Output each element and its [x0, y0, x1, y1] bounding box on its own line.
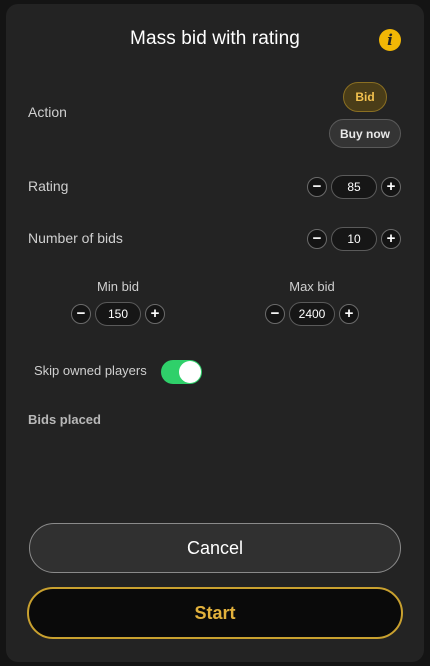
- action-label: Action: [28, 104, 67, 120]
- bids-increment-button[interactable]: +: [381, 229, 401, 249]
- min-bid-value[interactable]: 150: [95, 302, 141, 326]
- number-of-bids-value[interactable]: 10: [331, 227, 377, 251]
- rating-stepper: − 85 +: [307, 175, 401, 199]
- toggle-knob: [179, 361, 201, 383]
- rating-decrement-button[interactable]: −: [307, 177, 327, 197]
- info-icon[interactable]: i: [379, 29, 401, 51]
- min-bid-increment-button[interactable]: +: [145, 304, 165, 324]
- rating-increment-button[interactable]: +: [381, 177, 401, 197]
- skip-owned-toggle[interactable]: [161, 360, 202, 384]
- start-button[interactable]: Start: [27, 587, 403, 639]
- bids-decrement-button[interactable]: −: [307, 229, 327, 249]
- bids-placed-heading: Bids placed: [28, 412, 101, 427]
- rating-label: Rating: [28, 178, 69, 194]
- max-bid-increment-button[interactable]: +: [339, 304, 359, 324]
- rating-value[interactable]: 85: [331, 175, 377, 199]
- min-bid-stepper: − 150 +: [71, 302, 165, 326]
- number-of-bids-stepper: − 10 +: [307, 227, 401, 251]
- max-bid-label: Max bid: [289, 279, 335, 294]
- max-bid-decrement-button[interactable]: −: [265, 304, 285, 324]
- min-bid-decrement-button[interactable]: −: [71, 304, 91, 324]
- number-of-bids-label: Number of bids: [28, 230, 123, 246]
- cancel-button[interactable]: Cancel: [29, 523, 401, 573]
- mass-bid-modal: Mass bid with rating i Action Bid Buy no…: [6, 4, 424, 662]
- min-bid-label: Min bid: [97, 279, 139, 294]
- max-bid-stepper: − 2400 +: [265, 302, 359, 326]
- modal-title: Mass bid with rating: [130, 28, 300, 49]
- skip-owned-label: Skip owned players: [34, 363, 147, 378]
- max-bid-value[interactable]: 2400: [289, 302, 335, 326]
- action-bid-button[interactable]: Bid: [343, 82, 387, 112]
- action-buy-now-button[interactable]: Buy now: [329, 119, 401, 148]
